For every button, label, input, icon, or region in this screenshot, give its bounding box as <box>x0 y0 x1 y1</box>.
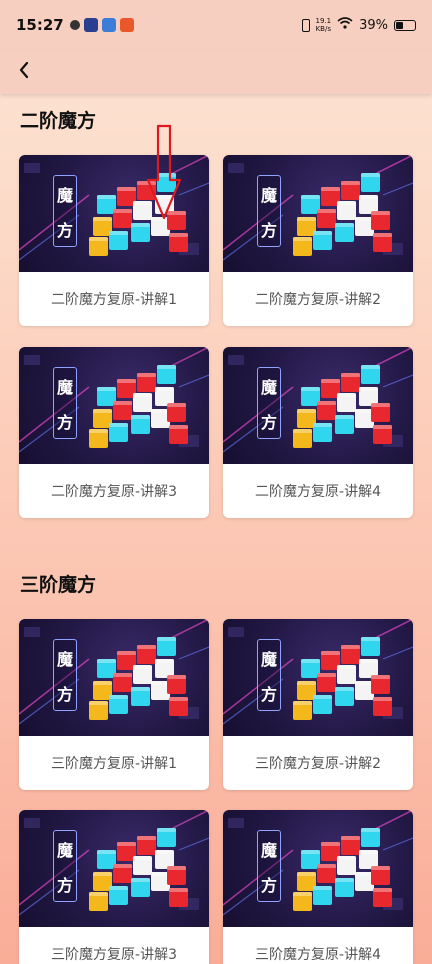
annotation-arrow <box>146 124 182 220</box>
thumbnail-tag-top: 魔 <box>260 649 277 669</box>
video-card[interactable]: 魔 方 二阶魔方复原-讲解4 <box>223 347 413 518</box>
video-title: 二阶魔方复原-讲解3 <box>51 484 177 500</box>
thumbnail-tag-bottom: 方 <box>260 875 277 895</box>
thumbnail-tag: 魔 方 <box>53 175 77 247</box>
thumbnail-tag-top: 魔 <box>56 185 73 205</box>
thumbnail-tag: 魔 方 <box>53 367 77 439</box>
thumbnail-tag-bottom: 方 <box>56 412 73 432</box>
video-title: 二阶魔方复原-讲解4 <box>255 484 381 500</box>
thumbnail-tag-top: 魔 <box>260 377 277 397</box>
thumbnail-tag-top: 魔 <box>56 840 73 860</box>
thumbnail-tag: 魔 方 <box>257 830 281 902</box>
status-right-group: 19.1 KB/s 39% <box>301 17 416 33</box>
app-notification-icon <box>101 18 116 32</box>
video-thumbnail[interactable]: 魔 方 <box>223 347 413 464</box>
chevron-left-icon <box>19 61 29 79</box>
video-card[interactable]: 魔 方 二阶魔方复原-讲解2 <box>223 155 413 326</box>
battery-percent: 39% <box>359 17 388 33</box>
video-thumbnail[interactable]: 魔 方 <box>223 619 413 736</box>
net-speed-unit: KB/s <box>315 25 331 33</box>
status-time: 15:27 <box>16 16 64 34</box>
video-thumbnail[interactable]: 魔 方 <box>223 810 413 927</box>
thumbnail-tag-bottom: 方 <box>260 220 277 240</box>
thumbnail-tag-bottom: 方 <box>260 684 277 704</box>
thumbnail-tag-top: 魔 <box>56 377 73 397</box>
battery-icon <box>394 19 416 31</box>
thumbnail-tag-bottom: 方 <box>56 220 73 240</box>
app-notification-icon <box>69 20 80 30</box>
video-thumbnail[interactable]: 魔 方 <box>19 810 209 927</box>
app-notification-icon <box>119 18 134 32</box>
video-card[interactable]: 魔 方 三阶魔方复原-讲解1 <box>19 619 209 790</box>
thumbnail-tag-top: 魔 <box>260 185 277 205</box>
video-title: 二阶魔方复原-讲解2 <box>255 292 381 308</box>
video-title: 三阶魔方复原-讲解2 <box>255 756 381 772</box>
video-card[interactable]: 魔 方 三阶魔方复原-讲解4 <box>223 810 413 964</box>
thumbnail-tag: 魔 方 <box>53 830 77 902</box>
video-thumbnail[interactable]: 魔 方 <box>19 347 209 464</box>
thumbnail-tag-top: 魔 <box>56 649 73 669</box>
video-thumbnail[interactable]: 魔 方 <box>19 619 209 736</box>
section-title-3x3: 三阶魔方 <box>20 574 97 596</box>
video-title: 二阶魔方复原-讲解1 <box>51 292 177 308</box>
thumbnail-tag: 魔 方 <box>257 367 281 439</box>
thumbnail-tag: 魔 方 <box>257 639 281 711</box>
video-title: 三阶魔方复原-讲解3 <box>51 947 177 963</box>
wifi-icon <box>337 17 353 33</box>
thumbnail-tag-bottom: 方 <box>56 684 73 704</box>
thumbnail-tag: 魔 方 <box>53 639 77 711</box>
section-title-2x2: 二阶魔方 <box>20 110 97 132</box>
nav-bar <box>0 50 432 94</box>
thumbnail-tag-top: 魔 <box>260 840 277 860</box>
thumbnail-tag: 魔 方 <box>257 175 281 247</box>
video-title: 三阶魔方复原-讲解4 <box>255 947 381 963</box>
video-card[interactable]: 魔 方 三阶魔方复原-讲解2 <box>223 619 413 790</box>
status-bar: 15:27 19.1 KB/s 39% <box>0 0 432 50</box>
video-title: 三阶魔方复原-讲解1 <box>51 756 177 772</box>
video-card[interactable]: 魔 方 三阶魔方复原-讲解3 <box>19 810 209 964</box>
vibrate-icon <box>301 18 310 32</box>
video-card[interactable]: 魔 方 二阶魔方复原-讲解3 <box>19 347 209 518</box>
app-notification-icon <box>83 18 98 32</box>
thumbnail-tag-bottom: 方 <box>260 412 277 432</box>
back-button[interactable] <box>12 58 36 82</box>
thumbnail-tag-bottom: 方 <box>56 875 73 895</box>
net-speed: 19.1 KB/s <box>316 17 332 33</box>
video-thumbnail[interactable]: 魔 方 <box>223 155 413 272</box>
net-speed-value: 19.1 <box>315 17 332 25</box>
